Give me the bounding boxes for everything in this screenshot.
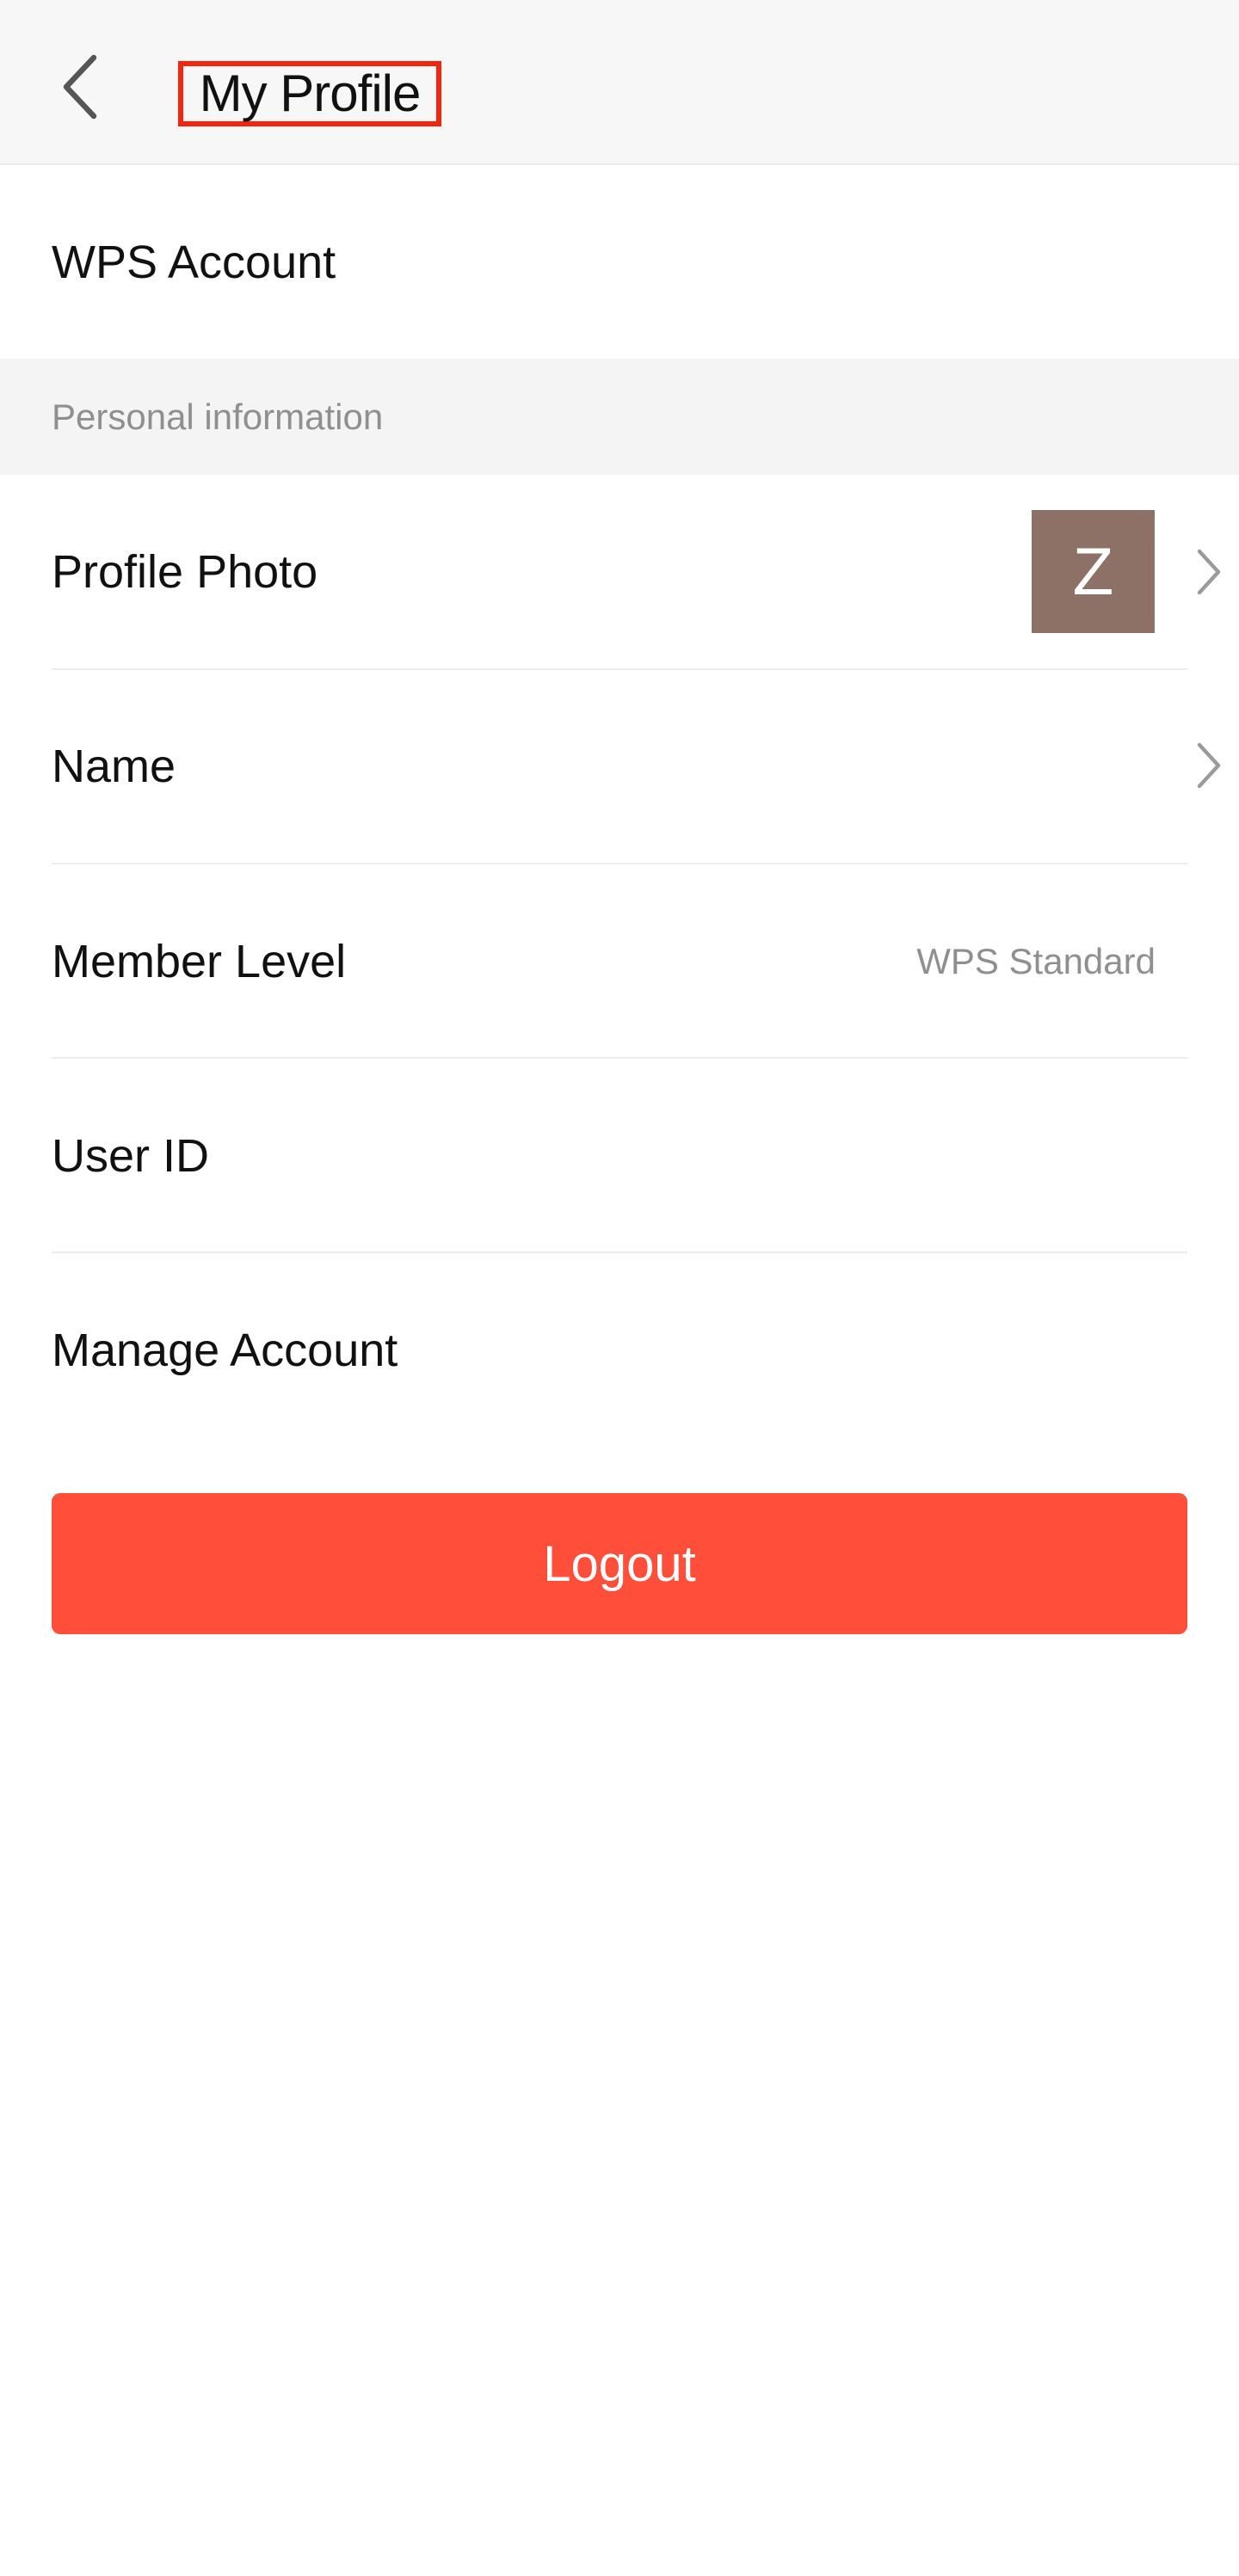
logout-button[interactable]: Logout (52, 1493, 1187, 1634)
page-title-highlight: My Profile (178, 61, 441, 126)
member-level-label: Member Level (52, 935, 347, 987)
profile-photo-label: Profile Photo (52, 546, 318, 598)
back-button[interactable] (34, 40, 129, 134)
chevron-right-icon (1197, 549, 1221, 595)
wps-account-row[interactable]: WPS Account (0, 165, 1239, 359)
section-label: Personal information (52, 396, 384, 437)
manage-account-row[interactable]: Manage Account (0, 1253, 1239, 1447)
avatar-letter: Z (1072, 533, 1114, 609)
profile-screen: My Profile WPS Account Personal informat… (0, 0, 1239, 2576)
avatar[interactable]: Z (1032, 510, 1155, 633)
name-row[interactable]: Name (0, 669, 1239, 863)
member-level-row: Member Level WPS Standard (0, 864, 1239, 1058)
page-title: My Profile (199, 65, 422, 122)
chevron-right-icon (1197, 742, 1221, 789)
user-id-label: User ID (52, 1129, 210, 1182)
name-label: Name (52, 740, 176, 792)
user-id-row: User ID (0, 1059, 1239, 1252)
member-level-value: WPS Standard (916, 940, 1156, 981)
manage-account-label: Manage Account (52, 1324, 398, 1376)
section-header-personal-information: Personal information (0, 359, 1239, 475)
chevron-left-icon (63, 54, 97, 120)
wps-account-label: WPS Account (52, 236, 336, 288)
top-app-bar: My Profile (0, 0, 1239, 165)
profile-photo-row[interactable]: Profile Photo Z (0, 475, 1239, 669)
